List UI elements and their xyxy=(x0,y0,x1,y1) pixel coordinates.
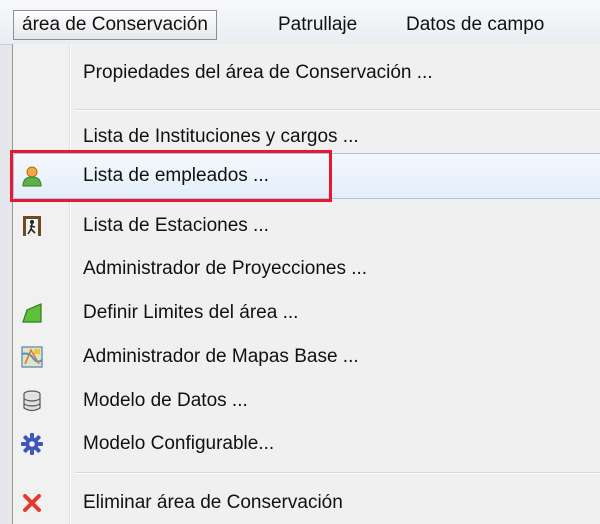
menu-item-estaciones[interactable]: Lista de Estaciones ... xyxy=(13,207,600,245)
menu-item-eliminar-area[interactable]: Eliminar área de Conservación xyxy=(13,484,600,522)
application-window: área de Conservación Patrullaje Datos de… xyxy=(0,0,600,524)
menu-item-label: Administrador de Mapas Base ... xyxy=(83,346,359,367)
menu-item-modelo-datos[interactable]: Modelo de Datos ... xyxy=(13,382,600,420)
menu-item-label: Propiedades del área de Conservación ... xyxy=(83,62,433,83)
menu-item-label: Modelo Configurable... xyxy=(83,433,275,454)
menu-item-label: Eliminar área de Conservación xyxy=(83,492,343,513)
menu-item-mapas-base[interactable]: Administrador de Mapas Base ... xyxy=(13,338,600,376)
menu-area-conservacion[interactable]: área de Conservación xyxy=(13,10,217,40)
menu-item-label: Modelo de Datos ... xyxy=(83,390,248,411)
dropdown-menu: Propiedades del área de Conservación ...… xyxy=(10,44,600,524)
door-exit-icon xyxy=(21,215,43,237)
menu-item-label: Lista de Estaciones ... xyxy=(83,215,269,236)
database-icon xyxy=(21,390,43,412)
menu-bar: área de Conservación Patrullaje Datos de… xyxy=(0,0,600,45)
green-polygon-icon xyxy=(21,302,43,324)
gear-icon xyxy=(21,433,43,455)
menu-patrullaje[interactable]: Patrullaje xyxy=(270,10,365,40)
menu-separator xyxy=(75,109,600,111)
menu-item-proyecciones[interactable]: Administrador de Proyecciones ... xyxy=(13,250,600,288)
menu-item-modelo-configurable[interactable]: Modelo Configurable... xyxy=(13,425,600,463)
menu-item-label: Administrador de Proyecciones ... xyxy=(83,258,368,279)
menu-item-definir-limites[interactable]: Definir Limites del área ... xyxy=(13,294,600,332)
menu-item-propiedades[interactable]: Propiedades del área de Conservación ... xyxy=(13,54,600,92)
menu-item-label: Definir Limites del área ... xyxy=(83,302,299,323)
menu-datos-de-campo[interactable]: Datos de campo xyxy=(398,10,552,40)
map-icon xyxy=(21,346,43,368)
annotation-highlight-box xyxy=(10,150,332,202)
menu-separator xyxy=(75,472,600,474)
window-left-edge xyxy=(0,0,12,524)
delete-x-icon xyxy=(21,492,43,514)
